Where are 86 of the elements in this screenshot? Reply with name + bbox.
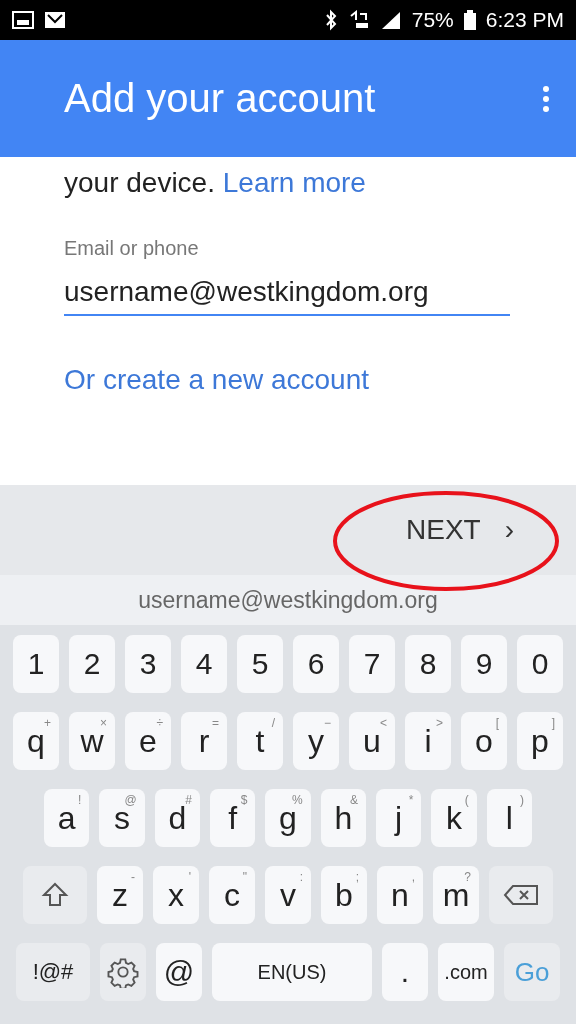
key-hint: ) xyxy=(519,793,524,807)
key-hint: < xyxy=(380,716,387,730)
letter-key[interactable]: r= xyxy=(181,712,227,770)
letter-key[interactable]: o[ xyxy=(461,712,507,770)
letter-key[interactable]: t / xyxy=(237,712,283,770)
key-hint: ? xyxy=(464,870,471,884)
settings-icon xyxy=(107,956,139,988)
key-hint: ÷ xyxy=(156,716,163,730)
page-title: Add your account xyxy=(64,76,377,121)
letter-key[interactable]: p] xyxy=(517,712,563,770)
space-key[interactable]: EN(US) xyxy=(212,943,372,1001)
number-key[interactable]: 2 xyxy=(69,635,115,693)
letter-key[interactable]: m? xyxy=(433,866,479,924)
key-hint: % xyxy=(292,793,303,807)
shift-key[interactable] xyxy=(23,866,87,924)
letter-key[interactable]: n, xyxy=(377,866,423,924)
key-hint: [ xyxy=(495,716,499,730)
character-key[interactable]: @ xyxy=(156,943,202,1001)
key-hint: $ xyxy=(240,793,248,807)
letter-key[interactable]: e÷ xyxy=(125,712,171,770)
letter-key[interactable]: j * xyxy=(376,789,422,847)
key-hint: + xyxy=(44,716,51,730)
key-hint: / xyxy=(271,716,275,730)
key-hint: # xyxy=(185,793,192,807)
key-hint: , xyxy=(411,870,415,884)
key-hint: & xyxy=(349,793,358,807)
number-key[interactable]: 4 xyxy=(181,635,227,693)
intro-text: your device. Learn more xyxy=(64,166,367,200)
letter-key[interactable]: f$ xyxy=(210,789,256,847)
number-key[interactable]: 1 xyxy=(13,635,59,693)
shift-icon xyxy=(41,881,69,909)
settings-key[interactable] xyxy=(100,943,146,1001)
key-hint: ( xyxy=(464,793,469,807)
letter-key[interactable]: i> xyxy=(405,712,451,770)
battery-percent: 75% xyxy=(411,8,454,32)
battery-icon xyxy=(463,10,476,30)
key-hint: - xyxy=(131,870,135,884)
letter-key[interactable]: h& xyxy=(320,789,366,847)
bluetooth-icon xyxy=(323,9,338,31)
clock: 6:23 PM xyxy=(485,8,564,32)
mail-icon xyxy=(44,11,66,29)
letter-key[interactable]: v: xyxy=(265,866,311,924)
letter-key[interactable]: u< xyxy=(349,712,395,770)
letter-key[interactable]: w× xyxy=(69,712,115,770)
letter-key[interactable]: d# xyxy=(154,789,200,847)
key-hint: = xyxy=(212,716,219,730)
letter-key[interactable]: y− xyxy=(293,712,339,770)
letter-key[interactable]: a! xyxy=(44,789,90,847)
key-hint: " xyxy=(242,870,247,884)
field-label: Email or phone xyxy=(64,237,200,260)
number-key[interactable]: 9 xyxy=(461,635,507,693)
backspace-key[interactable] xyxy=(489,866,553,924)
key-hint: * xyxy=(408,793,414,807)
key-hint: : xyxy=(299,870,303,884)
domain-key[interactable]: .com xyxy=(438,943,494,1001)
key-hint: ' xyxy=(188,870,191,884)
letter-key[interactable]: z- xyxy=(97,866,143,924)
key-hint: > xyxy=(436,716,443,730)
learn-more-link[interactable]: Learn more xyxy=(222,167,366,198)
number-key[interactable]: 6 xyxy=(293,635,339,693)
number-key[interactable]: 3 xyxy=(125,635,171,693)
menu-icon[interactable] xyxy=(542,84,550,113)
key-hint: ] xyxy=(551,716,555,730)
key-hint: − xyxy=(324,716,331,730)
number-key[interactable]: 7 xyxy=(349,635,395,693)
backspace-icon xyxy=(503,884,539,906)
key-hint: ! xyxy=(78,793,82,807)
key-hint: @ xyxy=(124,793,137,807)
number-key[interactable]: 5 xyxy=(237,635,283,693)
letter-key[interactable]: c" xyxy=(209,866,255,924)
number-key[interactable]: 0 xyxy=(517,635,563,693)
key-hint: ; xyxy=(355,870,359,884)
letter-key[interactable]: x' xyxy=(153,866,199,924)
letter-key[interactable]: k( xyxy=(431,789,477,847)
number-key[interactable]: 8 xyxy=(405,635,451,693)
character-key[interactable]: . xyxy=(382,943,428,1001)
email-field[interactable]: username@westkingdom.org xyxy=(64,272,510,316)
letter-key[interactable]: b; xyxy=(321,866,367,924)
letter-key[interactable]: s@ xyxy=(99,789,145,847)
letter-key[interactable]: l ) xyxy=(486,789,532,847)
letter-key[interactable]: g% xyxy=(265,789,311,847)
letter-key[interactable]: q+ xyxy=(13,712,59,770)
create-account-link[interactable]: Or create a new account xyxy=(64,364,512,396)
image-icon xyxy=(12,11,34,29)
key-hint: × xyxy=(100,716,107,730)
symbols-key[interactable]: !@# xyxy=(16,943,90,1001)
